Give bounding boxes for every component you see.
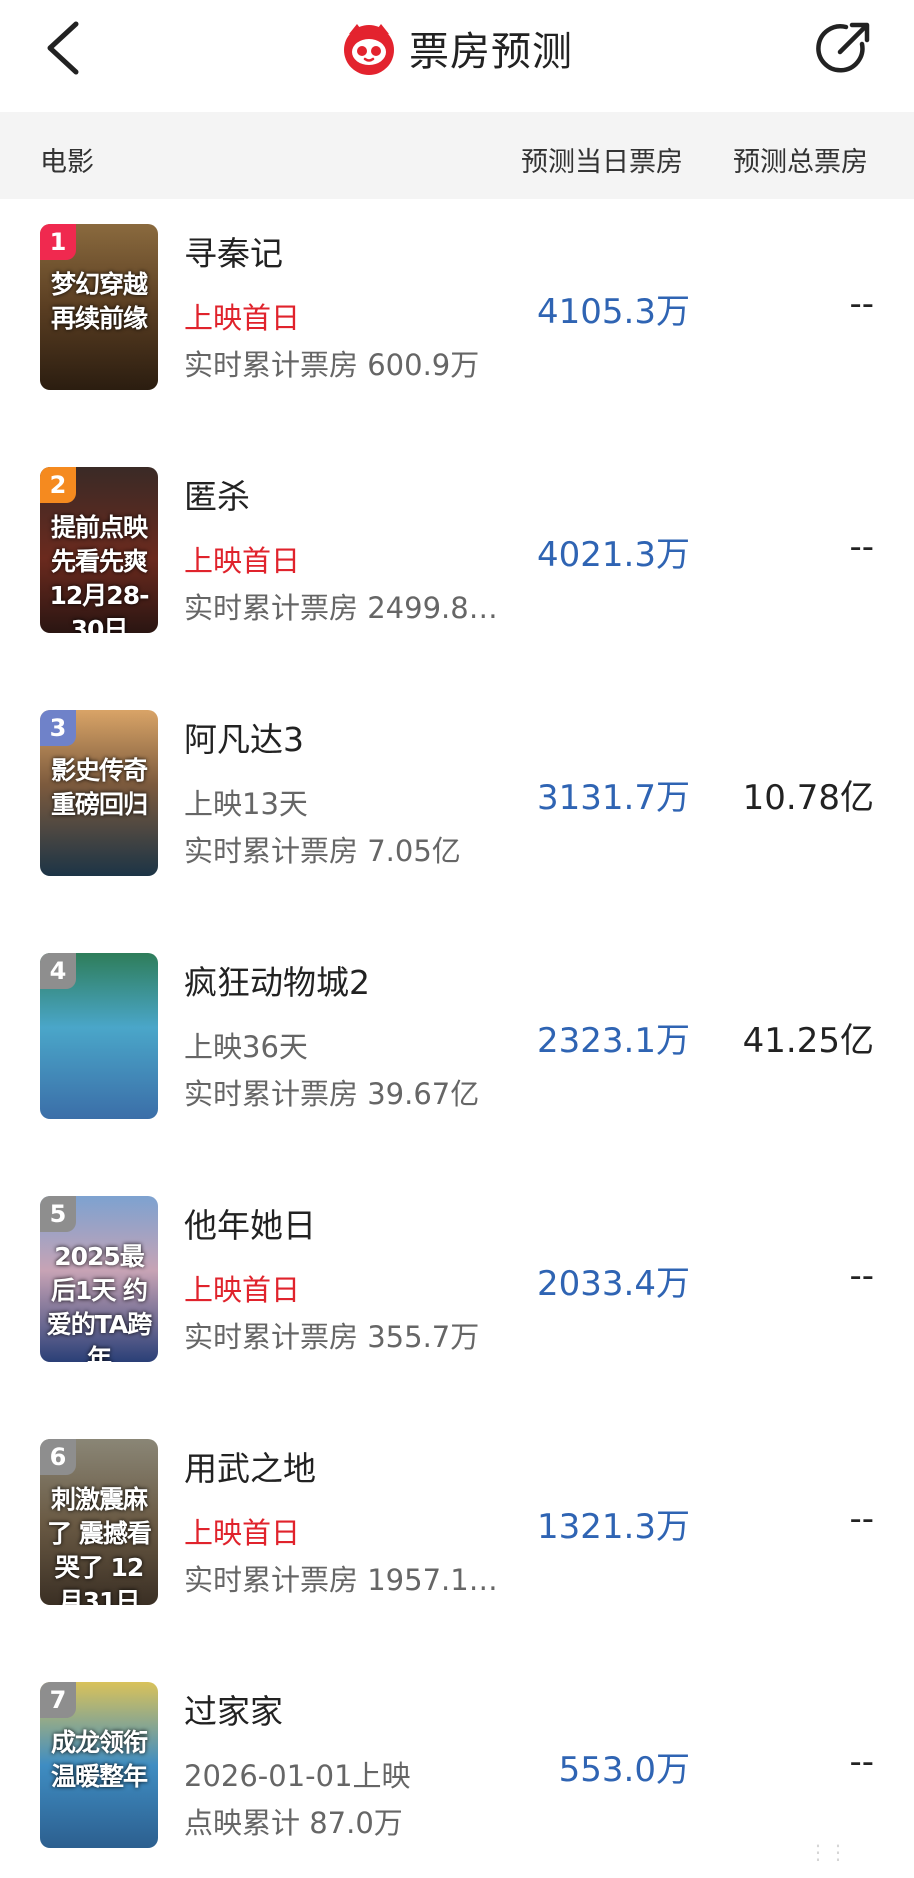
movie-poster[interactable]: 2025最后1天 约爱的TA跨年 5 xyxy=(40,1196,158,1362)
movie-row[interactable]: 提前点映 先看先爽 12月28-30日 2 匿杀 上映首日 实时累计票房 249… xyxy=(0,442,914,685)
release-status: 上映36天 xyxy=(184,1030,308,1064)
movie-row[interactable]: 2025最后1天 约爱的TA跨年 5 他年她日 上映首日 实时累计票房 355.… xyxy=(0,1171,914,1414)
movie-title: 寻秦记 xyxy=(184,234,283,273)
poster-text: 成龙领衔 温暖整年 xyxy=(50,1728,148,1791)
release-status: 上映首日 xyxy=(184,1516,301,1550)
day-forecast-value: 4021.3万 xyxy=(537,527,690,576)
day-forecast-unit: 万 xyxy=(656,1264,690,1304)
total-forecast-value: -- xyxy=(849,527,874,567)
movie-poster[interactable]: 4 xyxy=(40,953,158,1119)
column-header-total-forecast[interactable]: 预测总票房 xyxy=(733,140,868,179)
poster-text: 影史传奇 重磅回归 xyxy=(50,756,148,819)
total-forecast-value: -- xyxy=(849,1499,874,1539)
movie-title: 匿杀 xyxy=(184,477,250,516)
movie-title: 用武之地 xyxy=(184,1449,316,1488)
column-header-day-forecast[interactable]: 预测当日票房 xyxy=(521,140,683,179)
column-header-row: 电影 预测当日票房 预测总票房 xyxy=(0,112,914,199)
day-forecast-value: 2323.1万 xyxy=(537,1013,690,1062)
day-forecast-value: 3131.7万 xyxy=(537,770,690,819)
rank-badge: 1 xyxy=(40,224,76,260)
rank-badge: 4 xyxy=(40,953,76,989)
cat-logo-icon xyxy=(344,24,394,75)
movie-row[interactable]: 4 疯狂动物城2 上映36天 实时累计票房 39.67亿 2323.1万 41.… xyxy=(0,928,914,1171)
total-forecast-value: 41.25亿 xyxy=(742,1021,874,1061)
movie-row[interactable]: 成龙领衔 温暖整年 7 过家家 2026-01-01上映 点映累计 87.0万 … xyxy=(0,1657,914,1878)
release-status: 上映首日 xyxy=(184,1273,301,1307)
movie-poster[interactable]: 成龙领衔 温暖整年 7 xyxy=(40,1682,158,1848)
share-icon xyxy=(816,22,870,73)
total-forecast-value: -- xyxy=(849,1742,874,1782)
day-forecast-unit: 万 xyxy=(656,1750,690,1790)
cumulative-box-office: 实时累计票房 355.7万 xyxy=(184,1320,480,1354)
page-title: 票房预测 xyxy=(409,29,573,75)
cumulative-box-office: 实时累计票房 39.67亿 xyxy=(184,1077,480,1111)
top-bar: 票房预测 xyxy=(0,0,914,110)
day-forecast-value: 4105.3万 xyxy=(537,284,690,333)
movie-poster[interactable]: 梦幻穿越 再续前缘 1 xyxy=(40,224,158,390)
release-status: 2026-01-01上映 xyxy=(184,1759,411,1793)
day-forecast-unit: 万 xyxy=(656,292,690,332)
poster-text: 2025最后1天 约爱的TA跨年 xyxy=(46,1242,152,1362)
movie-title: 阿凡达3 xyxy=(184,720,304,759)
cumulative-box-office: 点映累计 87.0万 xyxy=(184,1806,403,1840)
poster-text: 梦幻穿越 再续前缘 xyxy=(50,270,148,333)
rank-badge: 6 xyxy=(40,1439,76,1475)
rank-badge: 7 xyxy=(40,1682,76,1718)
movie-row[interactable]: 刺激震麻了 震撼看哭了 12月31日 跨年上映 6 用武之地 上映首日 实时累计… xyxy=(0,1414,914,1657)
release-status: 上映首日 xyxy=(184,544,301,578)
share-button[interactable] xyxy=(812,16,876,80)
day-forecast-number: 2033.4 xyxy=(537,1264,656,1304)
day-forecast-number: 4021.3 xyxy=(537,535,656,575)
movie-poster[interactable]: 刺激震麻了 震撼看哭了 12月31日 跨年上映 6 xyxy=(40,1439,158,1605)
poster-text: 刺激震麻了 震撼看哭了 12月31日 跨年上映 xyxy=(47,1485,152,1605)
day-forecast-value: 1321.3万 xyxy=(537,1499,690,1548)
total-forecast-value: -- xyxy=(849,284,874,324)
rank-badge: 2 xyxy=(40,467,76,503)
cumulative-box-office: 实时累计票房 7.05亿 xyxy=(184,834,461,868)
movie-row[interactable]: 影史传奇 重磅回归 3 阿凡达3 上映13天 实时累计票房 7.05亿 3131… xyxy=(0,685,914,928)
movie-title: 疯狂动物城2 xyxy=(184,963,370,1002)
day-forecast-unit: 万 xyxy=(656,778,690,818)
rank-badge: 3 xyxy=(40,710,76,746)
column-header-movie: 电影 xyxy=(40,147,94,178)
day-forecast-number: 3131.7 xyxy=(537,778,656,818)
day-forecast-unit: 万 xyxy=(656,535,690,575)
poster-text: 提前点映 先看先爽 12月28-30日 xyxy=(49,513,150,633)
cumulative-box-office: 实时累计票房 1957.1… xyxy=(184,1563,498,1597)
release-status: 上映13天 xyxy=(184,787,308,821)
cumulative-box-office: 实时累计票房 600.9万 xyxy=(184,348,480,382)
day-forecast-value: 553.0万 xyxy=(559,1742,690,1791)
movie-poster[interactable]: 提前点映 先看先爽 12月28-30日 2 xyxy=(40,467,158,633)
movie-title: 他年她日 xyxy=(184,1206,316,1245)
day-forecast-number: 553.0 xyxy=(558,1750,656,1790)
day-forecast-unit: 万 xyxy=(656,1021,690,1061)
total-forecast-value: -- xyxy=(849,1256,874,1296)
rank-badge: 5 xyxy=(40,1196,76,1232)
title-group: 票房预测 xyxy=(0,18,914,78)
day-forecast-unit: 万 xyxy=(656,1507,690,1547)
movie-poster[interactable]: 影史传奇 重磅回归 3 xyxy=(40,710,158,876)
release-status: 上映首日 xyxy=(184,301,301,335)
movie-title: 过家家 xyxy=(184,1692,283,1731)
movie-row[interactable]: 梦幻穿越 再续前缘 1 寻秦记 上映首日 实时累计票房 600.9万 4105.… xyxy=(0,199,914,442)
day-forecast-value: 2033.4万 xyxy=(537,1256,690,1305)
day-forecast-number: 1321.3 xyxy=(537,1507,656,1547)
cumulative-box-office: 实时累计票房 2499.8… xyxy=(184,591,498,625)
movie-list: 梦幻穿越 再续前缘 1 寻秦记 上映首日 实时累计票房 600.9万 4105.… xyxy=(0,199,914,1878)
watermark: ⋮⋮ xyxy=(808,1840,848,1864)
day-forecast-number: 4105.3 xyxy=(537,292,656,332)
total-forecast-value: 10.78亿 xyxy=(742,778,874,818)
day-forecast-number: 2323.1 xyxy=(537,1021,656,1061)
